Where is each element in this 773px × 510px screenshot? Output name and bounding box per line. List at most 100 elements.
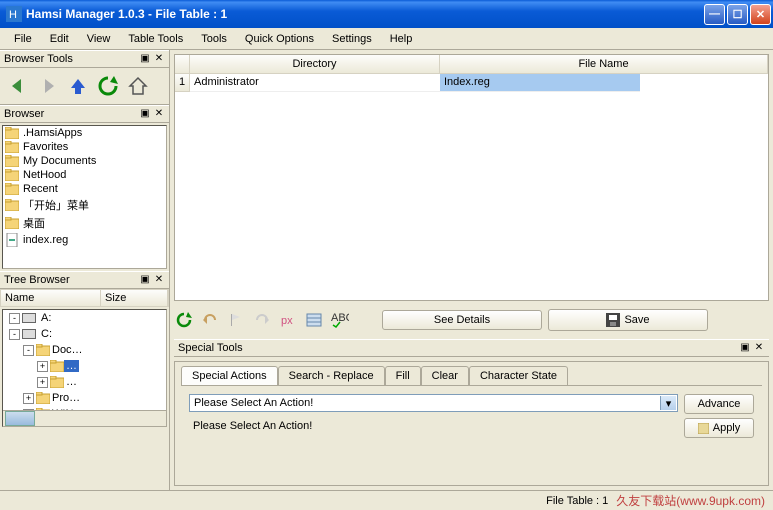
browser-item[interactable]: index.reg: [3, 232, 166, 248]
watermark-text: 久友下载站(www.9upk.com): [616, 492, 765, 509]
save-label: Save: [624, 314, 649, 326]
browser-item[interactable]: My Documents: [3, 154, 166, 168]
menu-view[interactable]: View: [79, 31, 119, 47]
tree-scrollbar[interactable]: [3, 410, 166, 426]
tree-toggle[interactable]: -: [9, 329, 20, 340]
clear-icon[interactable]: px: [278, 310, 298, 330]
apply-button[interactable]: Apply: [684, 418, 754, 438]
browser-list[interactable]: .HamsiAppsFavoritesMy Documents NetHood Re…: [2, 125, 167, 269]
status-file-table: File Table : 1: [546, 495, 608, 507]
tree-toggle[interactable]: -: [23, 345, 34, 356]
menu-quick-options[interactable]: Quick Options: [237, 31, 322, 47]
flag-icon[interactable]: [226, 310, 246, 330]
folder-icon: [5, 127, 19, 139]
refresh-button[interactable]: [94, 72, 122, 100]
tab-search-replace[interactable]: Search - Replace: [278, 366, 385, 385]
tree-row[interactable]: +Pro…: [3, 390, 166, 406]
menu-help[interactable]: Help: [382, 31, 421, 47]
row-number: 1: [175, 74, 190, 92]
browser-item[interactable]: Recent: [3, 182, 166, 196]
tree-toggle[interactable]: -: [9, 313, 20, 324]
menu-table-tools[interactable]: Table Tools: [120, 31, 191, 47]
undo-icon[interactable]: [200, 310, 220, 330]
tree-row[interactable]: -A:: [3, 310, 166, 326]
panel-float-icon[interactable]: ▣: [139, 53, 151, 65]
app-icon: H: [6, 6, 22, 22]
cell-directory[interactable]: Administrator: [190, 74, 440, 92]
browser-item-label: index.reg: [23, 234, 68, 246]
tree-label: …: [64, 376, 77, 388]
tab-special-actions[interactable]: Special Actions: [181, 366, 278, 385]
menu-settings[interactable]: Settings: [324, 31, 380, 47]
home-button[interactable]: [124, 72, 152, 100]
save-button[interactable]: Save: [548, 309, 708, 331]
advance-button[interactable]: Advance: [684, 394, 754, 414]
tree-col-name[interactable]: Name: [1, 290, 101, 306]
browser-item[interactable]: 「开始」菜单: [3, 196, 166, 214]
close-button[interactable]: ✕: [750, 4, 771, 25]
panel-close-icon[interactable]: ✕: [153, 53, 165, 65]
browser-item-label: 「开始」菜单: [23, 197, 89, 213]
save-icon: [606, 313, 620, 327]
tab-clear[interactable]: Clear: [421, 366, 469, 385]
apply-icon: [698, 423, 709, 434]
panel-close-icon[interactable]: ✕: [153, 274, 165, 286]
browser-item[interactable]: Favorites: [3, 140, 166, 154]
see-details-button[interactable]: See Details: [382, 310, 542, 330]
table-icon[interactable]: [304, 310, 324, 330]
file-table[interactable]: Directory File Name 1AdministratorIndex.…: [174, 54, 769, 301]
forward-button[interactable]: [34, 72, 62, 100]
tree-row[interactable]: - C:: [3, 326, 166, 342]
up-button[interactable]: [64, 72, 92, 100]
browser-item-label: My Documents: [23, 155, 96, 167]
action-select[interactable]: Please Select An Action! ▾: [189, 394, 678, 412]
col-filename[interactable]: File Name: [440, 55, 768, 73]
table-row[interactable]: 1AdministratorIndex.reg: [175, 74, 768, 92]
menu-tools[interactable]: Tools: [193, 31, 235, 47]
panel-close-icon[interactable]: ✕: [753, 342, 765, 354]
browser-item[interactable]: 桌面: [3, 214, 166, 232]
tree-col-size[interactable]: Size: [101, 290, 168, 306]
folder-icon: [5, 183, 19, 195]
see-details-label: See Details: [434, 314, 490, 326]
tab-fill[interactable]: Fill: [385, 366, 421, 385]
browser-item-label: Recent: [23, 183, 58, 195]
tree-list[interactable]: -A:-C:-Doc…+…+…+Pro…+WIN…+新…AUT…0 byt: [2, 309, 167, 427]
folder-icon: [5, 155, 19, 167]
tab-character-state[interactable]: Character State: [469, 366, 568, 385]
panel-close-icon[interactable]: ✕: [153, 108, 165, 120]
tree-toggle[interactable]: +: [37, 377, 48, 388]
folder-icon: [5, 217, 19, 229]
panel-float-icon[interactable]: ▣: [139, 108, 151, 120]
tree-row[interactable]: -Doc…: [3, 342, 166, 358]
tree-toggle[interactable]: +: [23, 393, 34, 404]
chevron-down-icon[interactable]: ▾: [660, 396, 676, 410]
folder-icon: [50, 360, 64, 372]
folder-icon: [50, 376, 64, 388]
back-button[interactable]: [4, 72, 32, 100]
maximize-button[interactable]: ☐: [727, 4, 748, 25]
cell-filename[interactable]: Index.reg: [440, 74, 640, 92]
browser-item[interactable]: NetHood: [3, 168, 166, 182]
file-table-header: Directory File Name: [175, 55, 768, 74]
refresh-icon[interactable]: [174, 310, 194, 330]
browser-item-label: NetHood: [23, 169, 66, 181]
tree-toggle[interactable]: +: [37, 361, 48, 372]
folder-icon: [5, 199, 19, 211]
col-directory[interactable]: Directory: [190, 55, 440, 73]
special-tools-title: Special Tools: [178, 342, 243, 354]
action-select-value: Please Select An Action!: [194, 397, 313, 409]
tree-row[interactable]: +…: [3, 374, 166, 390]
minimize-button[interactable]: —: [704, 4, 725, 25]
browser-item[interactable]: .HamsiApps: [3, 126, 166, 140]
folder-icon: [5, 141, 19, 153]
menu-file[interactable]: File: [6, 31, 40, 47]
tree-label: C:: [39, 328, 52, 340]
action-toolbar: px ABC See Details Save: [174, 305, 769, 335]
panel-float-icon[interactable]: ▣: [139, 274, 151, 286]
menu-edit[interactable]: Edit: [42, 31, 77, 47]
tree-row[interactable]: +…: [3, 358, 166, 374]
redo-icon[interactable]: [252, 310, 272, 330]
spellcheck-icon[interactable]: ABC: [330, 310, 350, 330]
panel-float-icon[interactable]: ▣: [739, 342, 751, 354]
